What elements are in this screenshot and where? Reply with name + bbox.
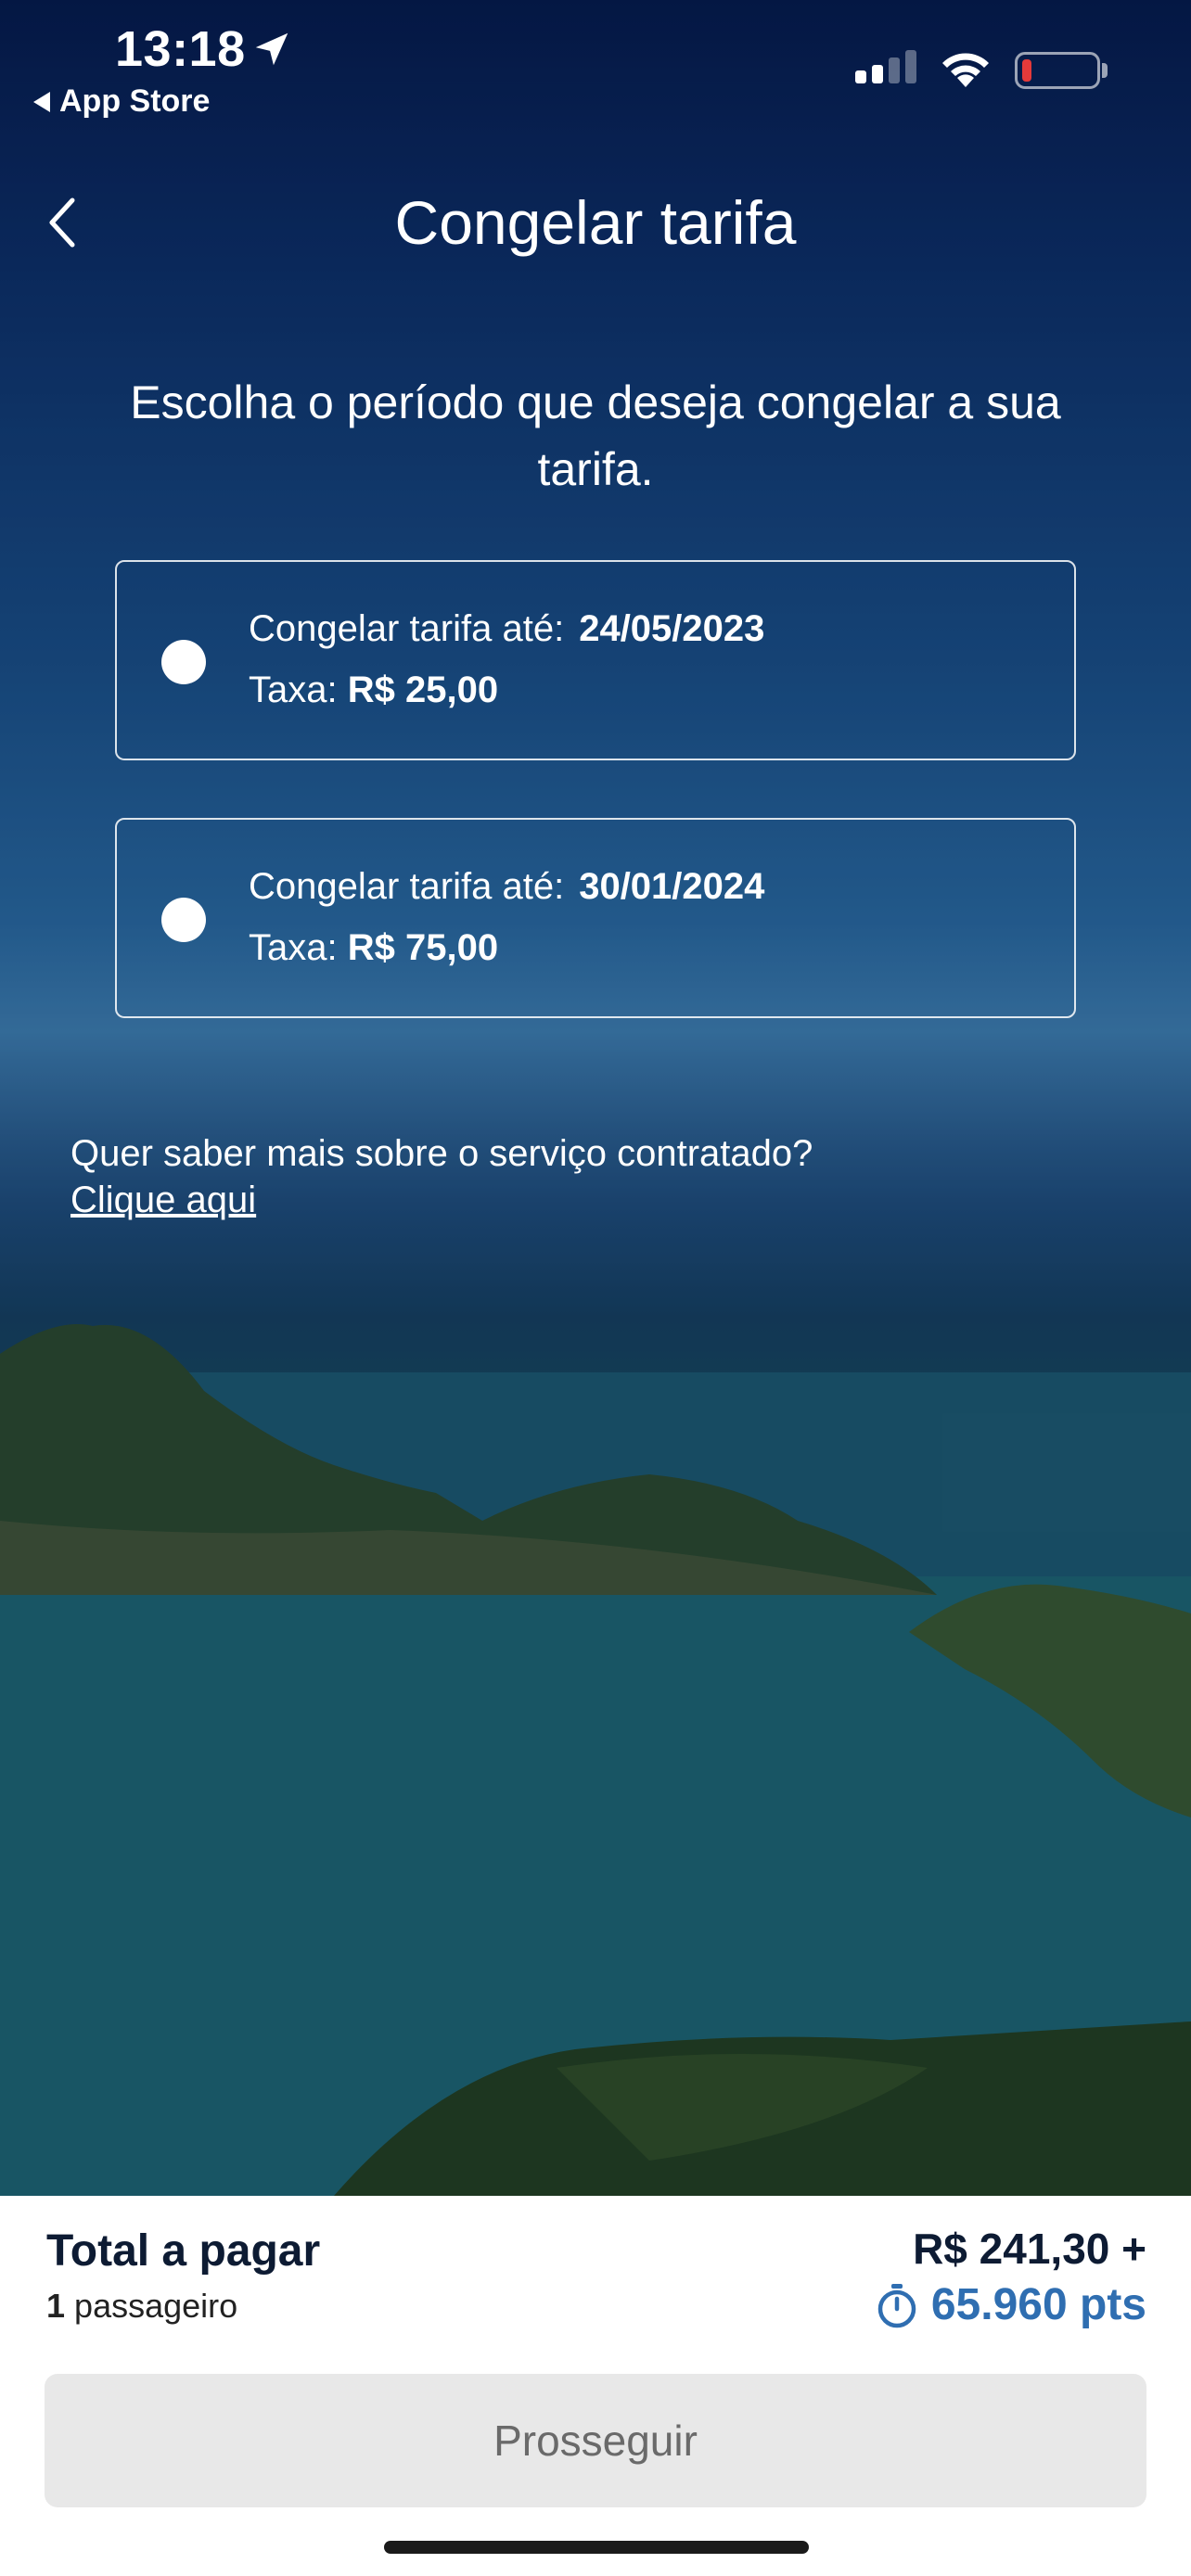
option-date: 24/05/2023 [579,608,765,649]
fee-label: Taxa: [249,670,338,710]
option-label: Congelar tarifa até: [249,608,565,649]
option-fee-line: Taxa: R$ 75,00 [249,927,498,969]
fee-label: Taxa: [249,927,338,968]
cellular-signal-icon [855,50,916,83]
status-time: 13:18 [115,21,246,77]
option-line: Congelar tarifa até: 30/01/2024 [249,866,764,908]
option-date: 30/01/2024 [579,866,765,907]
proceed-button[interactable]: Prosseguir [45,2374,1146,2507]
passenger-label: passageiro [74,2287,238,2325]
wifi-icon [942,53,989,87]
background-overlay [0,0,1191,2196]
location-arrow-icon [255,32,288,66]
learn-more-link[interactable]: Clique aqui [70,1180,256,1221]
payment-footer: Total a pagar 1 passageiro R$ 241,30 + 6… [0,2196,1191,2576]
option-fee-line: Taxa: R$ 25,00 [249,670,498,711]
page-title: Congelar tarifa [394,188,797,257]
total-points: 65.960 pts [876,2279,1146,2330]
battery-icon [1015,52,1100,89]
home-indicator [384,2541,809,2554]
passenger-number: 1 [46,2287,66,2325]
option-label: Congelar tarifa até: [249,866,565,907]
back-triangle-icon [33,91,50,112]
option-line: Congelar tarifa até: 24/05/2023 [249,608,764,650]
stopwatch-icon [877,2283,916,2327]
points-value: 65.960 pts [930,2280,1146,2329]
total-label: Total a pagar [46,2226,321,2276]
radio-button[interactable] [161,640,206,684]
total-price: R$ 241,30 + [913,2225,1146,2273]
freeze-option-2[interactable]: Congelar tarifa até: 30/01/2024 Taxa: R$ … [115,818,1076,1018]
instruction-text: Escolha o período que deseja congelar a … [130,376,1061,495]
freeze-option-1[interactable]: Congelar tarifa até: 24/05/2023 Taxa: R$ … [115,560,1076,760]
back-to-app-store[interactable]: App Store [33,83,210,120]
back-to-app-label: App Store [59,83,211,119]
battery-tip [1102,63,1108,78]
fee-amount: R$ 25,00 [347,670,499,710]
fee-amount: R$ 75,00 [347,927,499,968]
info-question: Quer saber mais sobre o serviço contrata… [70,1133,813,1174]
passenger-count: 1 passageiro [46,2287,237,2326]
radio-button[interactable] [161,898,206,942]
